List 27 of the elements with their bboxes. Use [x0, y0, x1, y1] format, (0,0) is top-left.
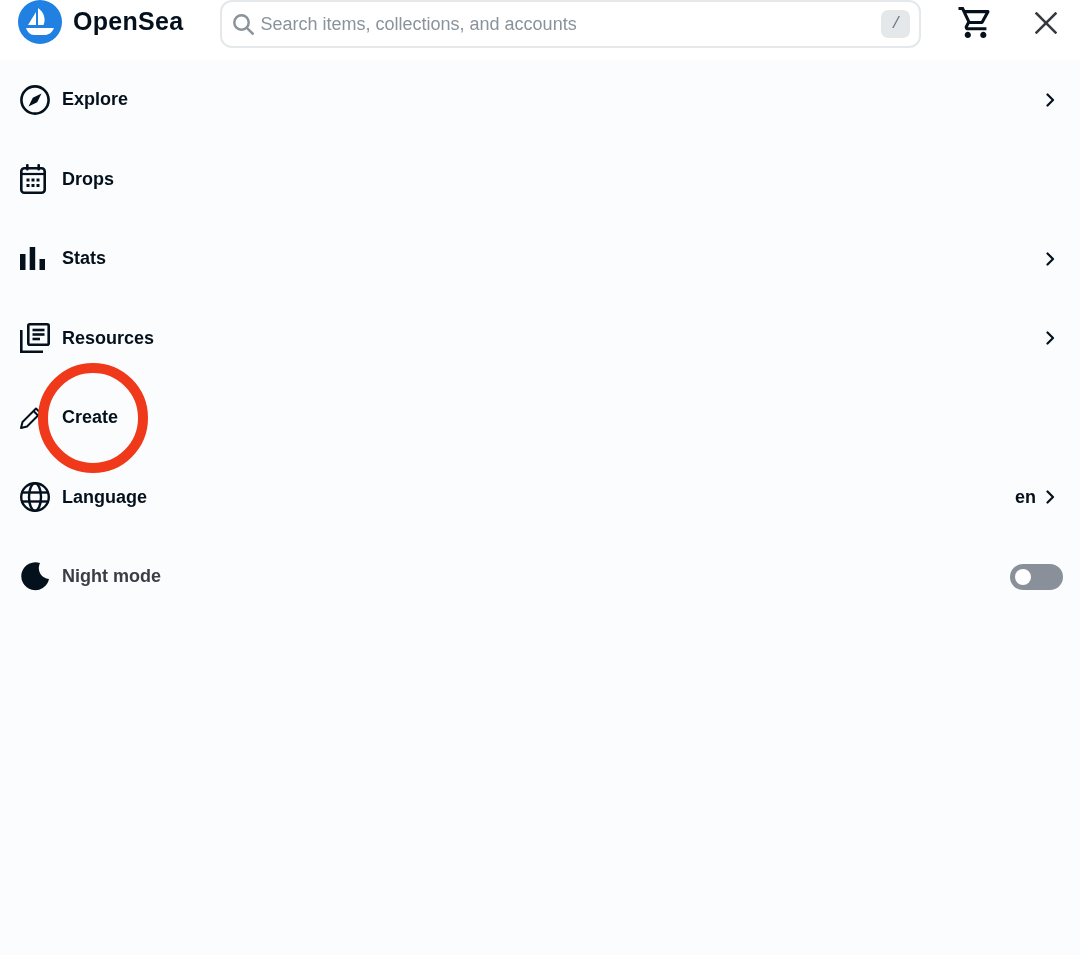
menu-item[interactable]: Explore [62, 86, 129, 114]
compass-icon [20, 84, 50, 115]
crescent-moon-icon [20, 561, 50, 593]
chevron-right-icon[interactable] [1046, 331, 1055, 346]
calendar-icon [20, 164, 46, 195]
menu-item[interactable]: Night mode [62, 563, 161, 591]
menu-item[interactable]: Stats [62, 245, 106, 273]
documents-icon [20, 323, 50, 354]
globe-icon [20, 482, 50, 513]
menu-item[interactable]: Create [62, 404, 119, 432]
menu-item[interactable]: Resources [62, 324, 155, 352]
chevron-right-icon[interactable] [1046, 490, 1055, 505]
sailboat-logo-icon[interactable] [18, 0, 62, 44]
shortcut-key: / [881, 10, 911, 38]
menu-item[interactable]: Drops [62, 165, 114, 193]
bar-chart-icon [20, 247, 45, 271]
toggle-switch[interactable] [1010, 563, 1063, 590]
search-icon [233, 13, 255, 35]
chevron-right-icon[interactable] [1046, 251, 1055, 266]
search-input[interactable]: Search items, collections, and accounts [260, 10, 882, 38]
language-value[interactable]: en [1015, 483, 1036, 511]
cart-icon[interactable] [958, 7, 991, 38]
close-icon[interactable] [1035, 12, 1058, 34]
logo-name[interactable]: OpenSea [73, 3, 184, 41]
chevron-right-icon[interactable] [1046, 92, 1055, 107]
menu-item[interactable]: Language [62, 483, 147, 511]
search-bar[interactable]: Search items, collections, and accounts / [220, 0, 922, 48]
